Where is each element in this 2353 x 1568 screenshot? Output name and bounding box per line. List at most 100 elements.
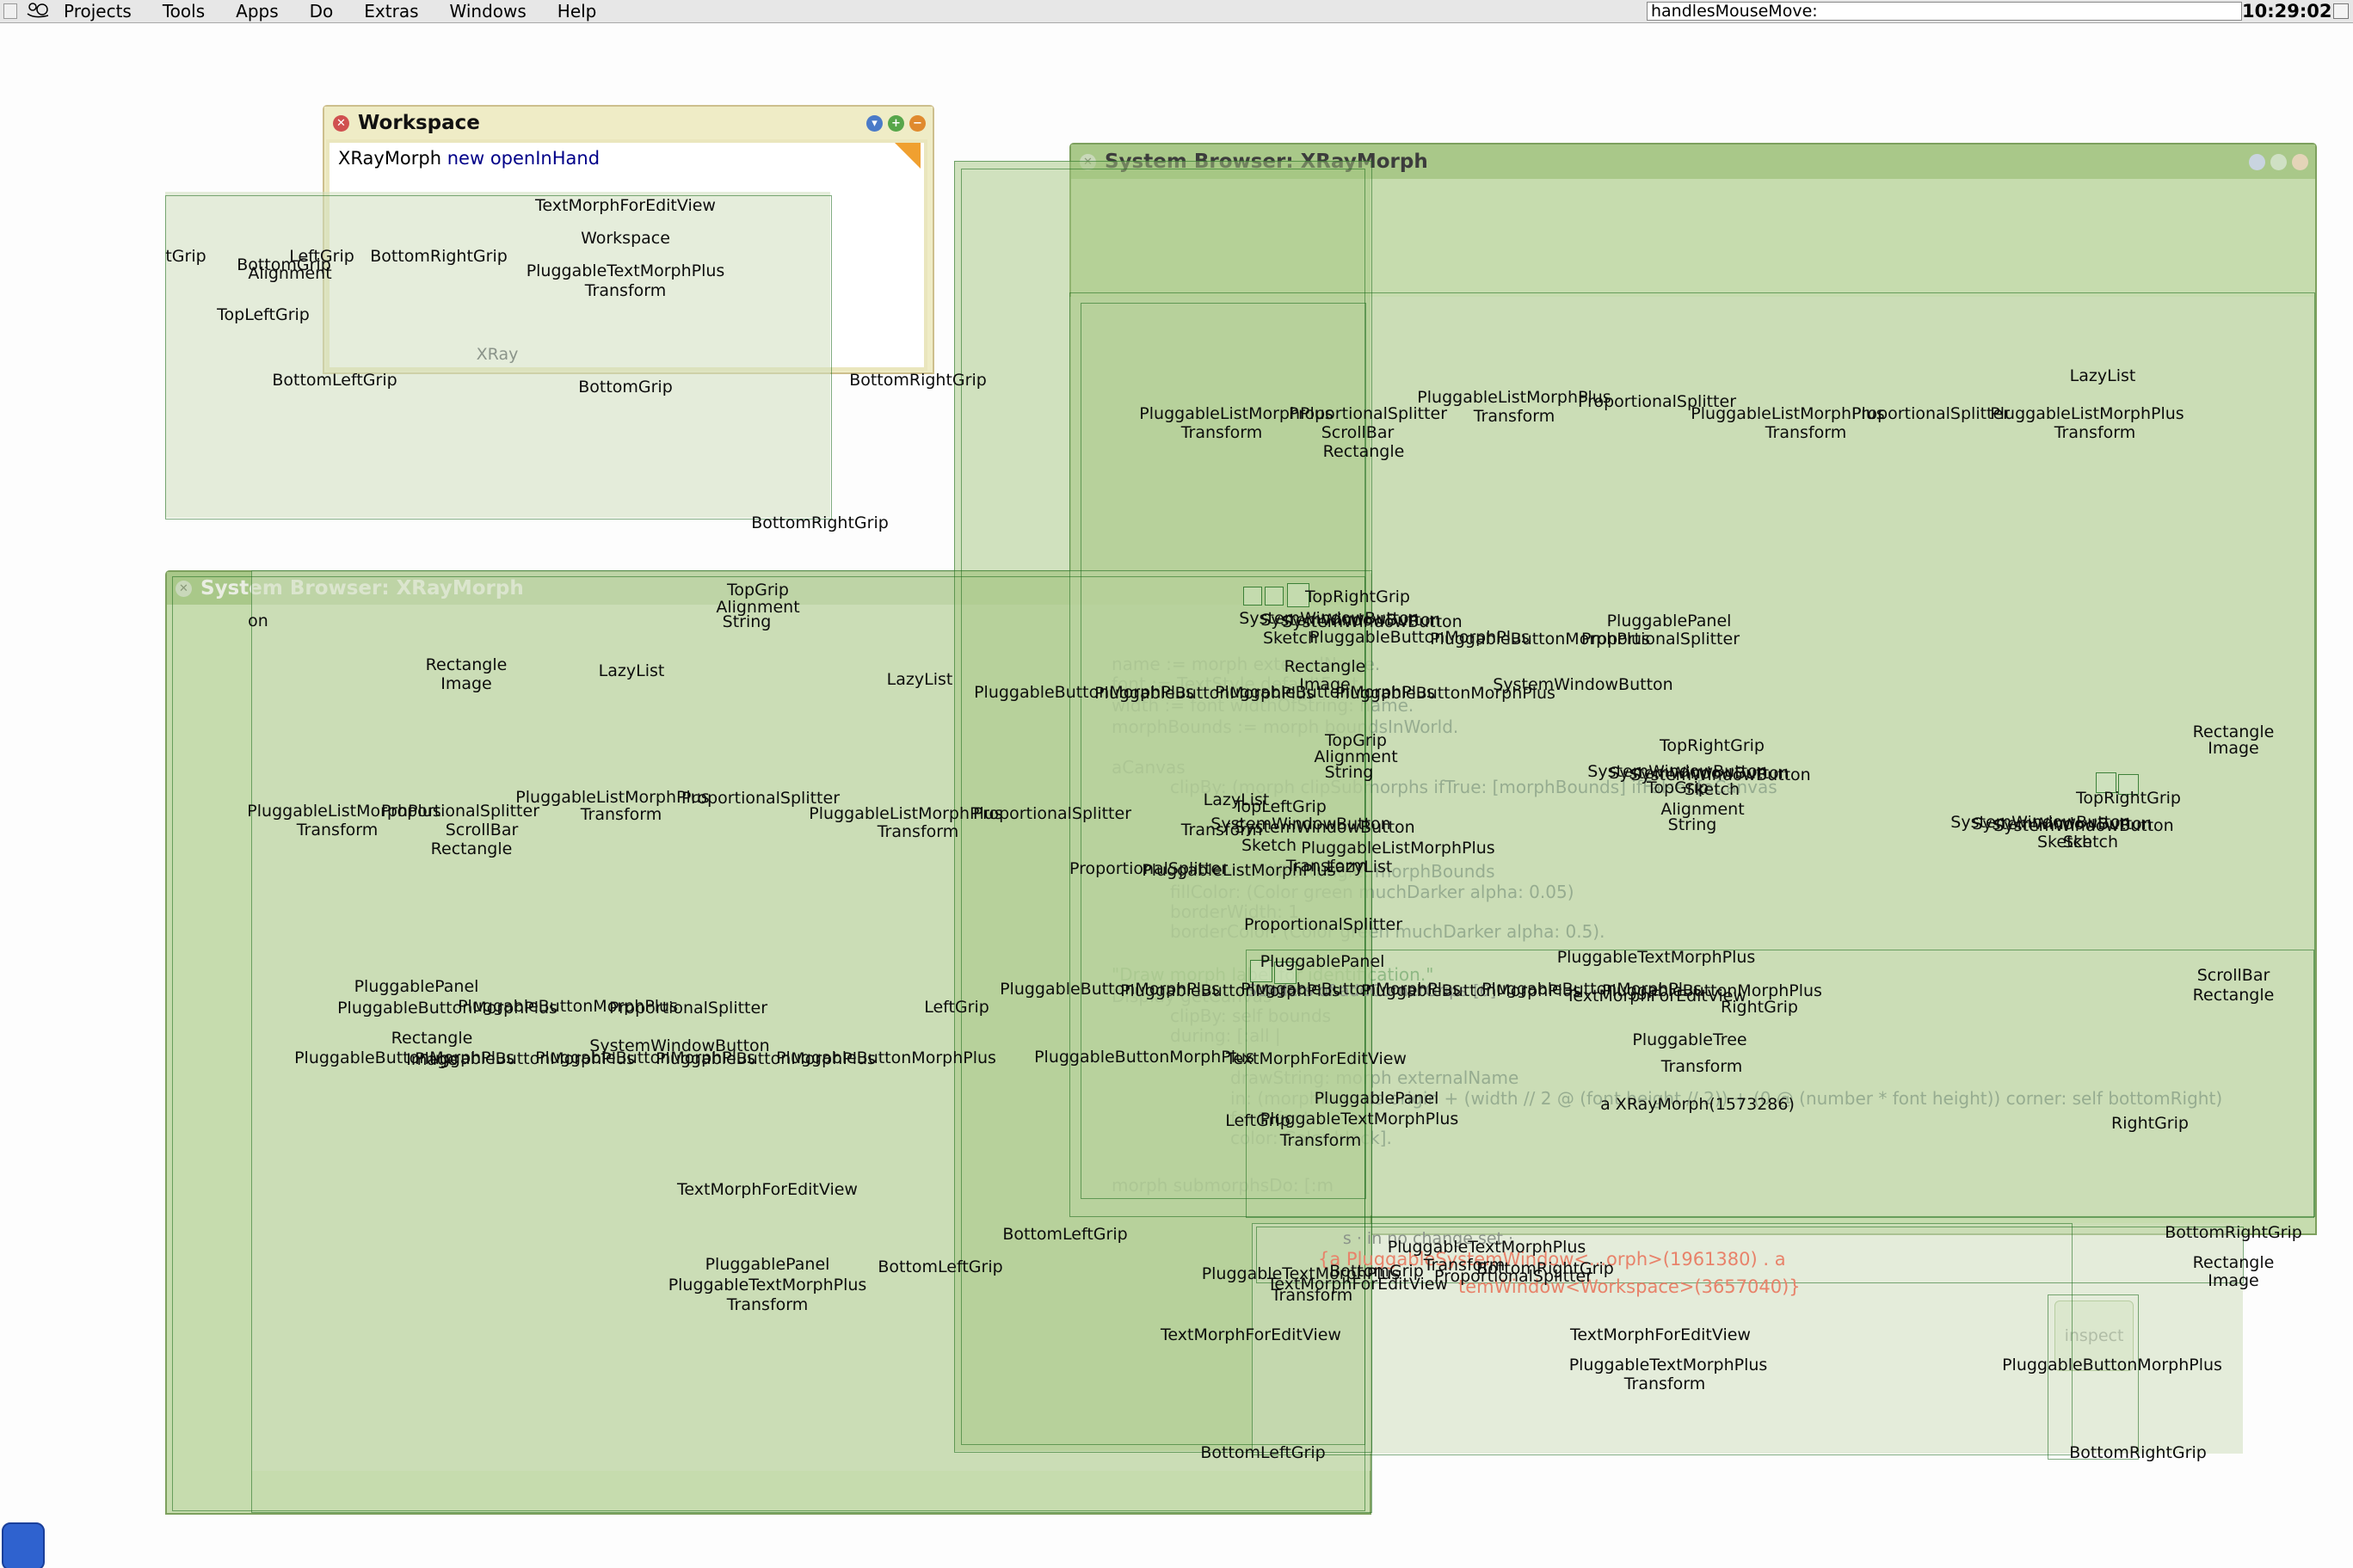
xray-morph-label: ProportionalSplitter xyxy=(1434,1267,1592,1286)
xray-morph-label: BottomRightGrip xyxy=(751,513,889,532)
xray-morph-label: String xyxy=(1325,763,1374,782)
xray-morph-label: XRay xyxy=(477,345,519,364)
xray-morph-label: BottomLeftGrip xyxy=(878,1257,1002,1276)
xray-morph-label: LeftGrip xyxy=(924,998,989,1017)
xray-morph-label: Transform xyxy=(727,1295,809,1314)
xray-morph-label: a XRayMorph(1573286) xyxy=(1600,1095,1795,1114)
xray-morph-label: Transform xyxy=(2054,423,2136,442)
flap-tab[interactable] xyxy=(2,1522,45,1568)
workspace-title: Workspace xyxy=(358,112,480,134)
xray-morph-label: Transform xyxy=(878,822,959,841)
xray-morph-label: Rectangle xyxy=(426,655,508,674)
xray-morph-label: LazyList xyxy=(2070,366,2136,385)
xray-morph-label: TextMorphForEditView xyxy=(1570,1325,1751,1344)
xray-morph-label: SystemWindowButton xyxy=(1493,675,1672,694)
xray-morph-label: BottomLeftGrip xyxy=(1002,1225,1127,1244)
project-placard-icon[interactable] xyxy=(3,3,17,19)
xray-morph-label: BottomRightGrip xyxy=(849,371,987,390)
collapse-icon[interactable]: − xyxy=(909,115,926,132)
xray-morph-label: ScrollBar xyxy=(446,821,519,839)
xray-morph-label: PluggableTextMorphPlus xyxy=(527,261,725,280)
close-icon[interactable]: ✕ xyxy=(333,115,349,132)
workspace-code[interactable]: XRayMorph new openInHand xyxy=(338,148,600,169)
menu-windows[interactable]: Windows xyxy=(450,1,527,22)
workspace-titlebar[interactable]: ✕ Workspace ▾ + − xyxy=(324,107,933,139)
xray-morph-label: PluggableButtonMorphPlus xyxy=(2002,1356,2222,1374)
xray-morph-label: PluggableButtonMorphPlus xyxy=(1034,1048,1254,1067)
xray-morph-label: Rectangle xyxy=(1323,442,1405,461)
workspace-corner-flag xyxy=(895,143,921,169)
xray-grip-rect xyxy=(1265,587,1284,606)
xray-morph-label: BottomGrip xyxy=(578,378,673,397)
code-rest: new openInHand xyxy=(441,148,600,169)
menu-extras[interactable]: Extras xyxy=(364,1,418,22)
clock[interactable]: 10:29:02 xyxy=(2242,1,2331,22)
xray-morph-label: PluggableButtonMorphPlus xyxy=(776,1048,996,1067)
xray-morph-label: Sketch xyxy=(2063,833,2118,852)
xray-morph-label: Image xyxy=(2208,1271,2259,1290)
xray-morph-label: Transform xyxy=(1474,407,1555,426)
xray-morph-label: TopRightGrip xyxy=(1660,736,1765,755)
search-message-input[interactable] xyxy=(1647,2,2242,21)
xray-morph-label: ProportionalSplitter xyxy=(1581,630,1740,649)
xray-morph-label: PluggablePanel xyxy=(354,977,479,996)
xray-morph-label: Transform xyxy=(581,805,662,824)
xray-morph-label: PluggableListMorphPlus xyxy=(1990,404,2184,423)
menu-apps[interactable]: Apps xyxy=(236,1,279,22)
xray-morph-label: RightGrip xyxy=(2111,1114,2189,1133)
xray-morph-label: Transform xyxy=(1661,1057,1743,1076)
xray-morph-label: Sketch xyxy=(1241,836,1297,855)
xray-morph-label: LazyList xyxy=(599,661,665,680)
collapse-icon[interactable] xyxy=(2292,154,2308,170)
tray-icon[interactable] xyxy=(2333,3,2349,19)
expand-icon[interactable]: + xyxy=(888,115,904,132)
xray-morph-label: ProportionalSplitter xyxy=(1244,915,1402,934)
squeak-desktop: Projects Tools Apps Do Extras Windows He… xyxy=(0,0,2353,1568)
xray-morph-label: Rectangle xyxy=(391,1029,473,1048)
xray-morph-label: PluggablePanel xyxy=(1315,1089,1439,1108)
xray-morph-label: Rectangle xyxy=(2193,986,2275,1005)
xray-morph-label: PluggablePanel xyxy=(1607,612,1732,630)
xray-morph-label: PluggableTextMorphPlus xyxy=(1260,1110,1459,1128)
xray-morph-label: TopLeftGrip xyxy=(1234,797,1327,816)
xray-grip-rect xyxy=(1243,587,1262,606)
menu-do[interactable]: Do xyxy=(310,1,334,22)
xray-morph-label: Image xyxy=(2208,739,2259,758)
xray-morph-label: Alignment xyxy=(248,264,331,283)
xray-morph-label: PluggableListMorphPlus xyxy=(515,788,709,807)
xray-morph-label: TextMorphForEditView xyxy=(677,1180,858,1199)
xray-morph-label: PluggableListMorphPlus xyxy=(1142,861,1335,880)
window-menu-icon[interactable] xyxy=(2249,154,2265,170)
xray-morph-label: PluggableTree xyxy=(1632,1030,1746,1049)
xray-morph-label: BottomRightGrip xyxy=(2069,1443,2207,1462)
xray-morph-label: ScrollBar xyxy=(2197,966,2270,985)
window-menu-icon[interactable]: ▾ xyxy=(866,115,883,132)
squeak-logo-icon[interactable] xyxy=(24,0,52,22)
menu-projects[interactable]: Projects xyxy=(64,1,132,22)
xray-morph-label: PluggablePanel xyxy=(1260,952,1385,971)
xray-morph-label: TopGrip xyxy=(727,581,789,600)
xray-frame-rect xyxy=(2048,1294,2139,1460)
xray-morph-label: Image xyxy=(440,674,492,693)
xray-morph-label: TopLeftGrip xyxy=(217,305,310,324)
xray-morph-label: String xyxy=(1668,815,1717,834)
xray-morph-label: Sketch xyxy=(1685,780,1740,799)
xray-morph-label: Transform xyxy=(297,821,379,839)
xray-morph-label: PluggableButtonMorphPlus xyxy=(1602,981,1822,1000)
xray-morph-label: LazyList xyxy=(1327,858,1393,876)
xray-morph-label: PluggableTextMorphPlus xyxy=(1388,1238,1586,1257)
xray-morph-label: RightGrip xyxy=(1721,998,1798,1017)
xray-morph-label: tGrip xyxy=(165,247,206,266)
xray-morph-label: PluggableTextMorphPlus xyxy=(1557,948,1756,967)
xray-morph-label: PluggableTextMorphPlus xyxy=(668,1276,867,1294)
xray-morph-label: ScrollBar xyxy=(1321,423,1395,442)
xray-morph-label: PluggableTextMorphPlus xyxy=(1569,1356,1768,1374)
xray-morph-label: BottomLeftGrip xyxy=(1200,1443,1325,1462)
xray-morph-label: ProportionalSplitter xyxy=(1289,404,1447,423)
xray-morph-label: Rectangle xyxy=(431,839,513,858)
menu-tools[interactable]: Tools xyxy=(163,1,205,22)
menu-help[interactable]: Help xyxy=(557,1,597,22)
expand-icon[interactable] xyxy=(2270,154,2287,170)
xray-morph-label: TextMorphForEditView xyxy=(1161,1325,1341,1344)
xray-morph-label: Transform xyxy=(1765,423,1847,442)
